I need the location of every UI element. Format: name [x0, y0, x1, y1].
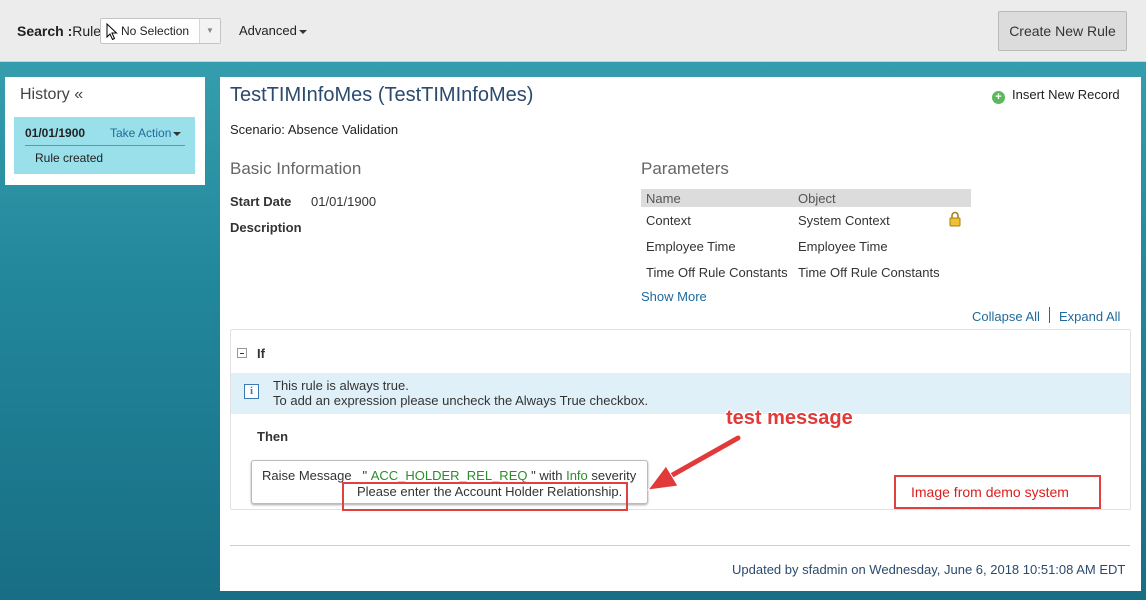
message-severity[interactable]: Info: [566, 468, 588, 483]
top-search-bar: Search :Rule No Selection ▼ Advanced Cre…: [0, 0, 1146, 62]
advanced-label: Advanced: [239, 23, 297, 38]
caret-down-icon: [298, 29, 307, 34]
history-date: 01/01/1900: [25, 126, 86, 140]
message-code[interactable]: ACC_HOLDER_REL_REQ: [371, 468, 528, 483]
table-row: Employee Time Employee Time: [641, 233, 971, 259]
scenario-text: Scenario: Absence Validation: [230, 122, 399, 137]
annotation-demo-text: Image from demo system: [911, 484, 1069, 500]
column-header-object: Object: [798, 191, 836, 206]
annotation-highlight-box: [342, 482, 628, 511]
expand-all-link[interactable]: Expand All: [1059, 309, 1120, 324]
page-title: TestTIMInfoMes (TestTIMInfoMes): [230, 84, 534, 106]
if-label: If: [257, 346, 265, 361]
start-date-value: 01/01/1900: [311, 194, 377, 209]
create-new-rule-button[interactable]: Create New Rule: [998, 11, 1127, 51]
advanced-dropdown[interactable]: Advanced: [239, 23, 307, 38]
param-name: Employee Time: [646, 239, 736, 254]
search-select[interactable]: No Selection ▼: [100, 18, 221, 44]
divider: [25, 145, 185, 146]
history-title[interactable]: History «: [20, 86, 83, 104]
annotation-test-message: test message: [726, 407, 853, 429]
mouse-cursor-icon: [106, 23, 118, 41]
param-name: Context: [646, 213, 691, 228]
quote-open: ": [362, 468, 368, 483]
history-note: Rule created: [35, 151, 104, 165]
then-label: Then: [257, 429, 289, 444]
table-row: Context System Context: [641, 207, 971, 233]
raise-message-keyword: Raise Message: [262, 468, 352, 483]
table-row: Time Off Rule Constants Time Off Rule Co…: [641, 259, 971, 285]
basic-info-heading: Basic Information: [230, 159, 362, 178]
column-header-name: Name: [646, 191, 681, 206]
take-action-label: Take Action: [110, 126, 172, 140]
info-icon: i: [244, 384, 259, 399]
info-line-1: This rule is always true.: [273, 378, 409, 393]
caret-down-icon: [173, 131, 182, 136]
search-select-value: No Selection: [121, 24, 190, 38]
divider: [230, 545, 1130, 546]
param-name: Time Off Rule Constants: [646, 265, 788, 280]
take-action-menu[interactable]: Take Action: [110, 126, 182, 140]
parameters-table: Name Object Context System Context Emplo…: [641, 189, 971, 285]
raise-message-line: Raise Message " ACC_HOLDER_REL_REQ " wit…: [262, 468, 636, 483]
collapse-all-link[interactable]: Collapse All: [972, 309, 1040, 324]
lock-icon: [949, 211, 961, 227]
param-object: System Context: [798, 213, 890, 228]
updated-by-text: Updated by sfadmin on Wednesday, June 6,…: [732, 562, 1126, 577]
info-line-2: To add an expression please uncheck the …: [273, 393, 649, 408]
chevron-down-icon[interactable]: ▼: [199, 19, 220, 43]
param-object: Time Off Rule Constants: [798, 265, 940, 280]
annotation-arrow-icon: [646, 434, 742, 491]
search-label-bold: Search :: [17, 23, 73, 39]
start-date-label: Start Date: [230, 194, 292, 209]
info-message-bar: i This rule is always true. To add an ex…: [231, 373, 1130, 414]
rule-detail-panel: TestTIMInfoMes (TestTIMInfoMes) + Insert …: [220, 77, 1141, 591]
collapse-toggle-icon[interactable]: [237, 348, 247, 358]
parameters-table-header: Name Object: [641, 189, 971, 207]
plus-circle-icon: +: [992, 91, 1005, 104]
show-more-link[interactable]: Show More: [641, 289, 707, 304]
search-label-type: Rule: [72, 23, 102, 39]
insert-new-record-link[interactable]: + Insert New Record: [992, 87, 1120, 104]
history-entry: 01/01/1900 Take Action Rule created: [14, 117, 195, 174]
insert-new-record-label: Insert New Record: [1012, 87, 1120, 102]
divider: [1049, 307, 1050, 323]
description-label: Description: [230, 220, 302, 235]
parameters-heading: Parameters: [641, 159, 729, 178]
history-panel: History « 01/01/1900 Take Action Rule cr…: [5, 77, 205, 185]
search-label: Search :Rule: [17, 23, 101, 39]
quote-close: " with: [531, 468, 563, 483]
param-object: Employee Time: [798, 239, 888, 254]
